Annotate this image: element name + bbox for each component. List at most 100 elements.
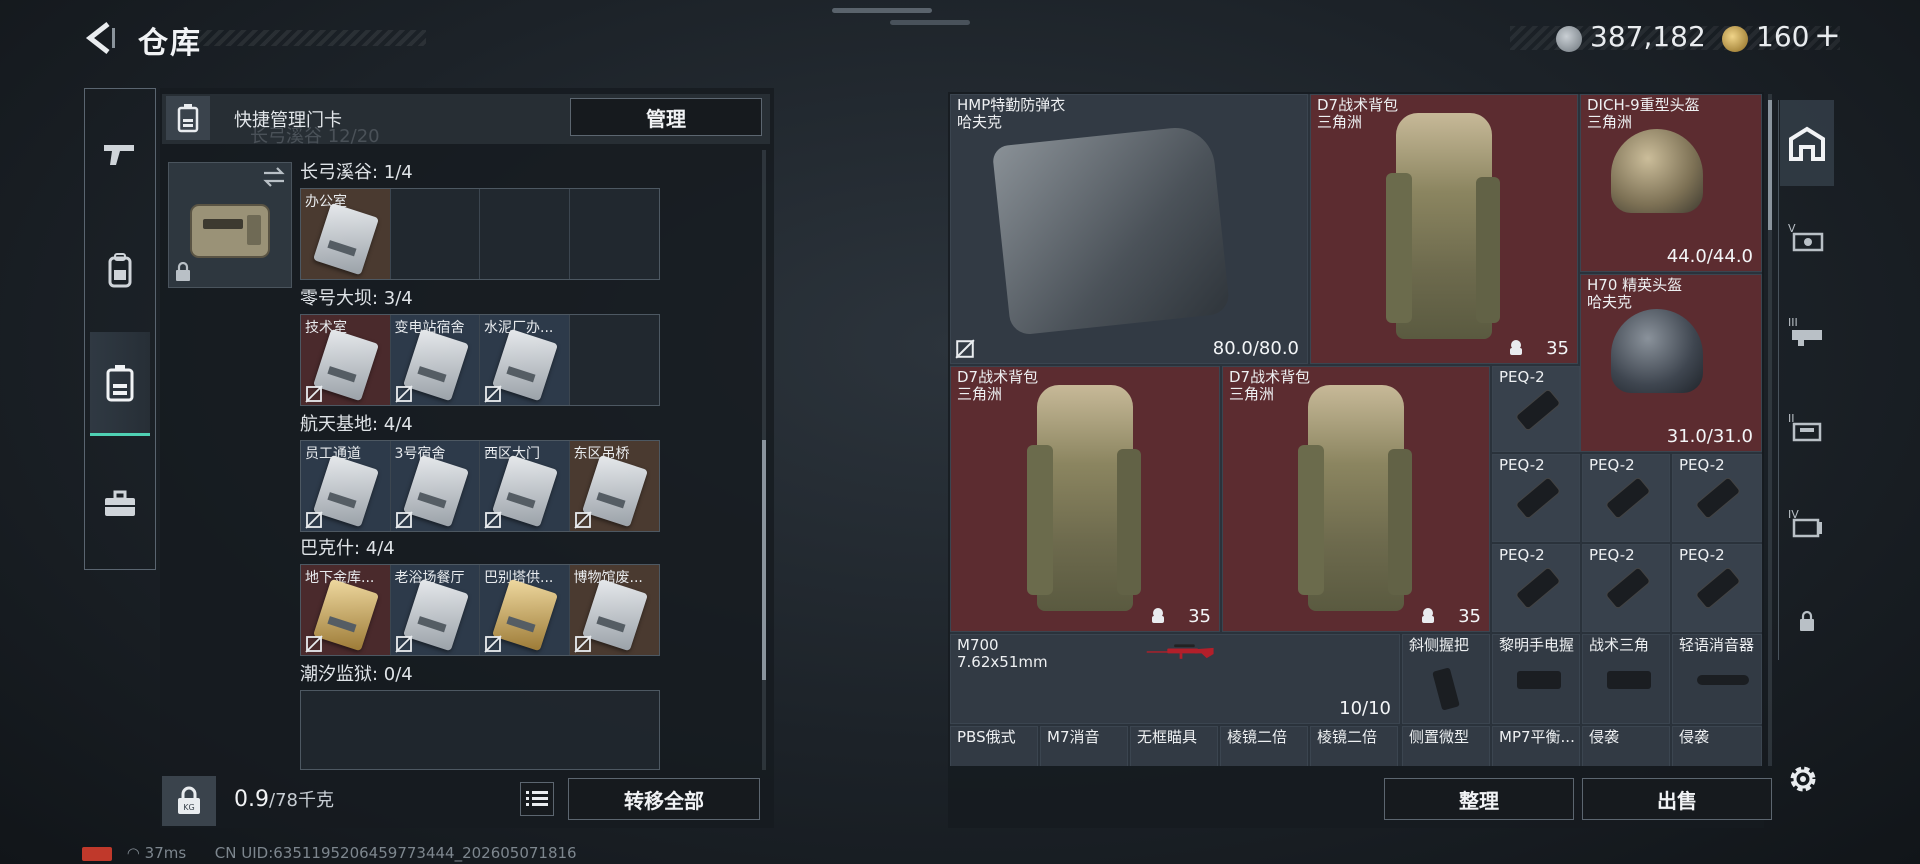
tab-toolbox[interactable] bbox=[90, 452, 150, 556]
sell-button[interactable]: 出售 bbox=[1582, 778, 1772, 820]
keycard-scrollbar-thumb[interactable] bbox=[762, 440, 766, 680]
item-name: D7战术背包 三角洲 bbox=[1229, 368, 1311, 403]
keycard-cell[interactable]: 员工通道 bbox=[301, 441, 391, 531]
empty-keycard-slot bbox=[569, 315, 659, 405]
keycard-grid-row: 员工通道 3号宿舍 西区大门 东区吊桥 bbox=[300, 440, 660, 532]
tab-stash-iv[interactable]: IV bbox=[1780, 480, 1834, 566]
stash-item[interactable]: 侧置微型 bbox=[1402, 726, 1490, 766]
rail-divider bbox=[84, 88, 156, 89]
stash-item[interactable]: PEQ-2 bbox=[1492, 366, 1580, 452]
stash-item[interactable]: 战术三角 bbox=[1582, 634, 1670, 724]
tab-weapons[interactable] bbox=[90, 102, 150, 206]
keycard-cell[interactable]: 办公室 bbox=[301, 189, 391, 279]
stash-item[interactable]: PEQ-2 bbox=[1582, 454, 1670, 542]
item-name: 棱镜二倍 bbox=[1317, 728, 1378, 746]
stash-scrollbar-thumb[interactable] bbox=[1768, 100, 1772, 230]
tab-stash-ii[interactable]: II bbox=[1780, 384, 1834, 470]
keycard-cell[interactable]: 3号宿舍 bbox=[390, 441, 480, 531]
tab-stash-iii[interactable]: III bbox=[1780, 288, 1834, 374]
stash-item[interactable]: 侵袭 bbox=[1672, 726, 1762, 766]
laser-module-image bbox=[1606, 477, 1650, 519]
stash-item[interactable]: HMP特勤防弹衣 哈夫克 80.0/80.0 bbox=[950, 94, 1308, 364]
stash-item[interactable]: MP7平衡... bbox=[1492, 726, 1580, 766]
no-insure-icon bbox=[484, 385, 502, 403]
storage-iv-icon: IV bbox=[1788, 508, 1822, 538]
keycard-cell[interactable]: 东区吊桥 bbox=[569, 441, 659, 531]
stash-item[interactable]: 棱镜二倍 bbox=[1220, 726, 1308, 766]
no-insure-icon bbox=[573, 635, 592, 653]
stash-item[interactable]: PEQ-2 bbox=[1492, 544, 1580, 632]
svg-text:III: III bbox=[1788, 316, 1798, 329]
back-button[interactable] bbox=[82, 20, 118, 56]
stash-item[interactable]: D7战术背包 三角洲 35 bbox=[950, 366, 1220, 632]
keycard-cell[interactable]: 巴别塔供... bbox=[480, 565, 570, 655]
keycard-cell[interactable]: 技术室 bbox=[301, 315, 391, 405]
keycard-cell[interactable]: 地下金库... bbox=[301, 565, 391, 655]
no-insure-icon bbox=[305, 385, 323, 403]
stash-item[interactable]: D7战术背包 三角洲 35 bbox=[1222, 366, 1490, 632]
wifi-icon: ◠ bbox=[126, 844, 140, 862]
stash-item[interactable]: 斜侧握把 bbox=[1402, 634, 1490, 724]
item-name: MP7平衡... bbox=[1499, 728, 1575, 746]
zone-label: 长弓溪谷: 1/4 bbox=[300, 162, 413, 183]
stash-item[interactable]: PEQ-2 bbox=[1492, 454, 1580, 542]
keycard-cell[interactable]: 变电站宿舍 bbox=[390, 315, 480, 405]
stash-item[interactable]: DICH-9重型头盔 三角洲 44.0/44.0 bbox=[1580, 94, 1762, 272]
stash-item[interactable]: 黎明手电握 bbox=[1492, 634, 1580, 724]
no-insure-icon bbox=[394, 385, 413, 403]
backpack-image bbox=[1298, 385, 1412, 611]
tab-stash-v[interactable]: V bbox=[1780, 194, 1834, 280]
list-view-button[interactable] bbox=[520, 782, 554, 816]
stash-item[interactable]: PEQ-2 bbox=[1582, 544, 1670, 632]
battery-icon bbox=[82, 846, 112, 861]
stash-item[interactable]: 轻语消音器 bbox=[1672, 634, 1762, 724]
laser-module-image bbox=[1606, 567, 1650, 609]
tab-keycards[interactable] bbox=[90, 332, 150, 436]
status-bar: ◠ 37ms CN UID:6351195206459773444_202605… bbox=[82, 844, 577, 862]
stash-item[interactable]: M7消音 bbox=[1040, 726, 1128, 766]
item-name: 侵袭 bbox=[1589, 728, 1620, 746]
tab-equipment[interactable] bbox=[90, 218, 150, 322]
stash-item[interactable]: 侵袭 bbox=[1582, 726, 1670, 766]
item-name: DICH-9重型头盔 三角洲 bbox=[1587, 96, 1700, 131]
stash-item[interactable]: PEQ-2 bbox=[1672, 544, 1762, 632]
keycard-cell[interactable]: 西区大门 bbox=[480, 441, 570, 531]
backpack-image bbox=[1027, 385, 1141, 611]
empty-keycard-slot bbox=[480, 189, 570, 279]
keycard-cell[interactable]: 老浴场餐厅 bbox=[390, 565, 480, 655]
keycard-cell[interactable]: 水泥厂办... bbox=[480, 315, 570, 405]
stash-item[interactable]: PBS俄式 bbox=[950, 726, 1038, 766]
item-name: M700 7.62x51mm bbox=[957, 636, 1048, 671]
keycard-grid-row: 办公室 bbox=[300, 188, 660, 280]
armor-vest-image bbox=[991, 124, 1231, 336]
item-name: PEQ-2 bbox=[1589, 456, 1635, 474]
stash-item[interactable]: D7战术背包 三角洲 35 bbox=[1310, 94, 1578, 364]
sort-button[interactable]: 整理 bbox=[1384, 778, 1574, 820]
no-insure-icon bbox=[394, 635, 413, 653]
stash-item[interactable]: 无框瞄具 bbox=[1130, 726, 1218, 766]
stash-item[interactable]: H70 精英头盔 哈夫克 31.0/31.0 bbox=[1580, 274, 1762, 452]
manage-button[interactable]: 管理 bbox=[570, 98, 762, 136]
stash-item[interactable]: 棱镜二倍 bbox=[1310, 726, 1398, 766]
settings-button[interactable] bbox=[1786, 762, 1820, 800]
weight-readout: 0.9/78千克 bbox=[234, 786, 334, 812]
stash-item[interactable]: PEQ-2 bbox=[1672, 454, 1762, 542]
tab-stash-locked[interactable] bbox=[1780, 578, 1834, 664]
transfer-all-button[interactable]: 转移全部 bbox=[568, 778, 760, 820]
tab-stash-main[interactable] bbox=[1780, 100, 1834, 186]
weight-lock-icon: KG bbox=[162, 776, 216, 826]
item-name: HMP特勤防弹衣 哈夫克 bbox=[957, 96, 1066, 131]
zone-label: 潮汐监狱: 0/4 bbox=[300, 664, 413, 685]
toolbox-icon bbox=[105, 490, 135, 516]
add-currency-button[interactable]: + bbox=[1814, 16, 1841, 54]
stash-item[interactable]: M700 7.62x51mm 10/10 bbox=[950, 634, 1400, 724]
swap-icon[interactable] bbox=[262, 166, 286, 192]
keycard-cell[interactable]: 博物馆废... bbox=[569, 565, 659, 655]
storage-ii-icon: II bbox=[1788, 412, 1822, 442]
ceiling-light bbox=[890, 20, 970, 25]
item-name: 棱镜二倍 bbox=[1227, 728, 1288, 746]
item-name: PEQ-2 bbox=[1589, 546, 1635, 564]
item-durability: 80.0/80.0 bbox=[1212, 338, 1299, 359]
storage-v-icon: V bbox=[1788, 222, 1824, 252]
item-name: 无框瞄具 bbox=[1137, 728, 1198, 746]
